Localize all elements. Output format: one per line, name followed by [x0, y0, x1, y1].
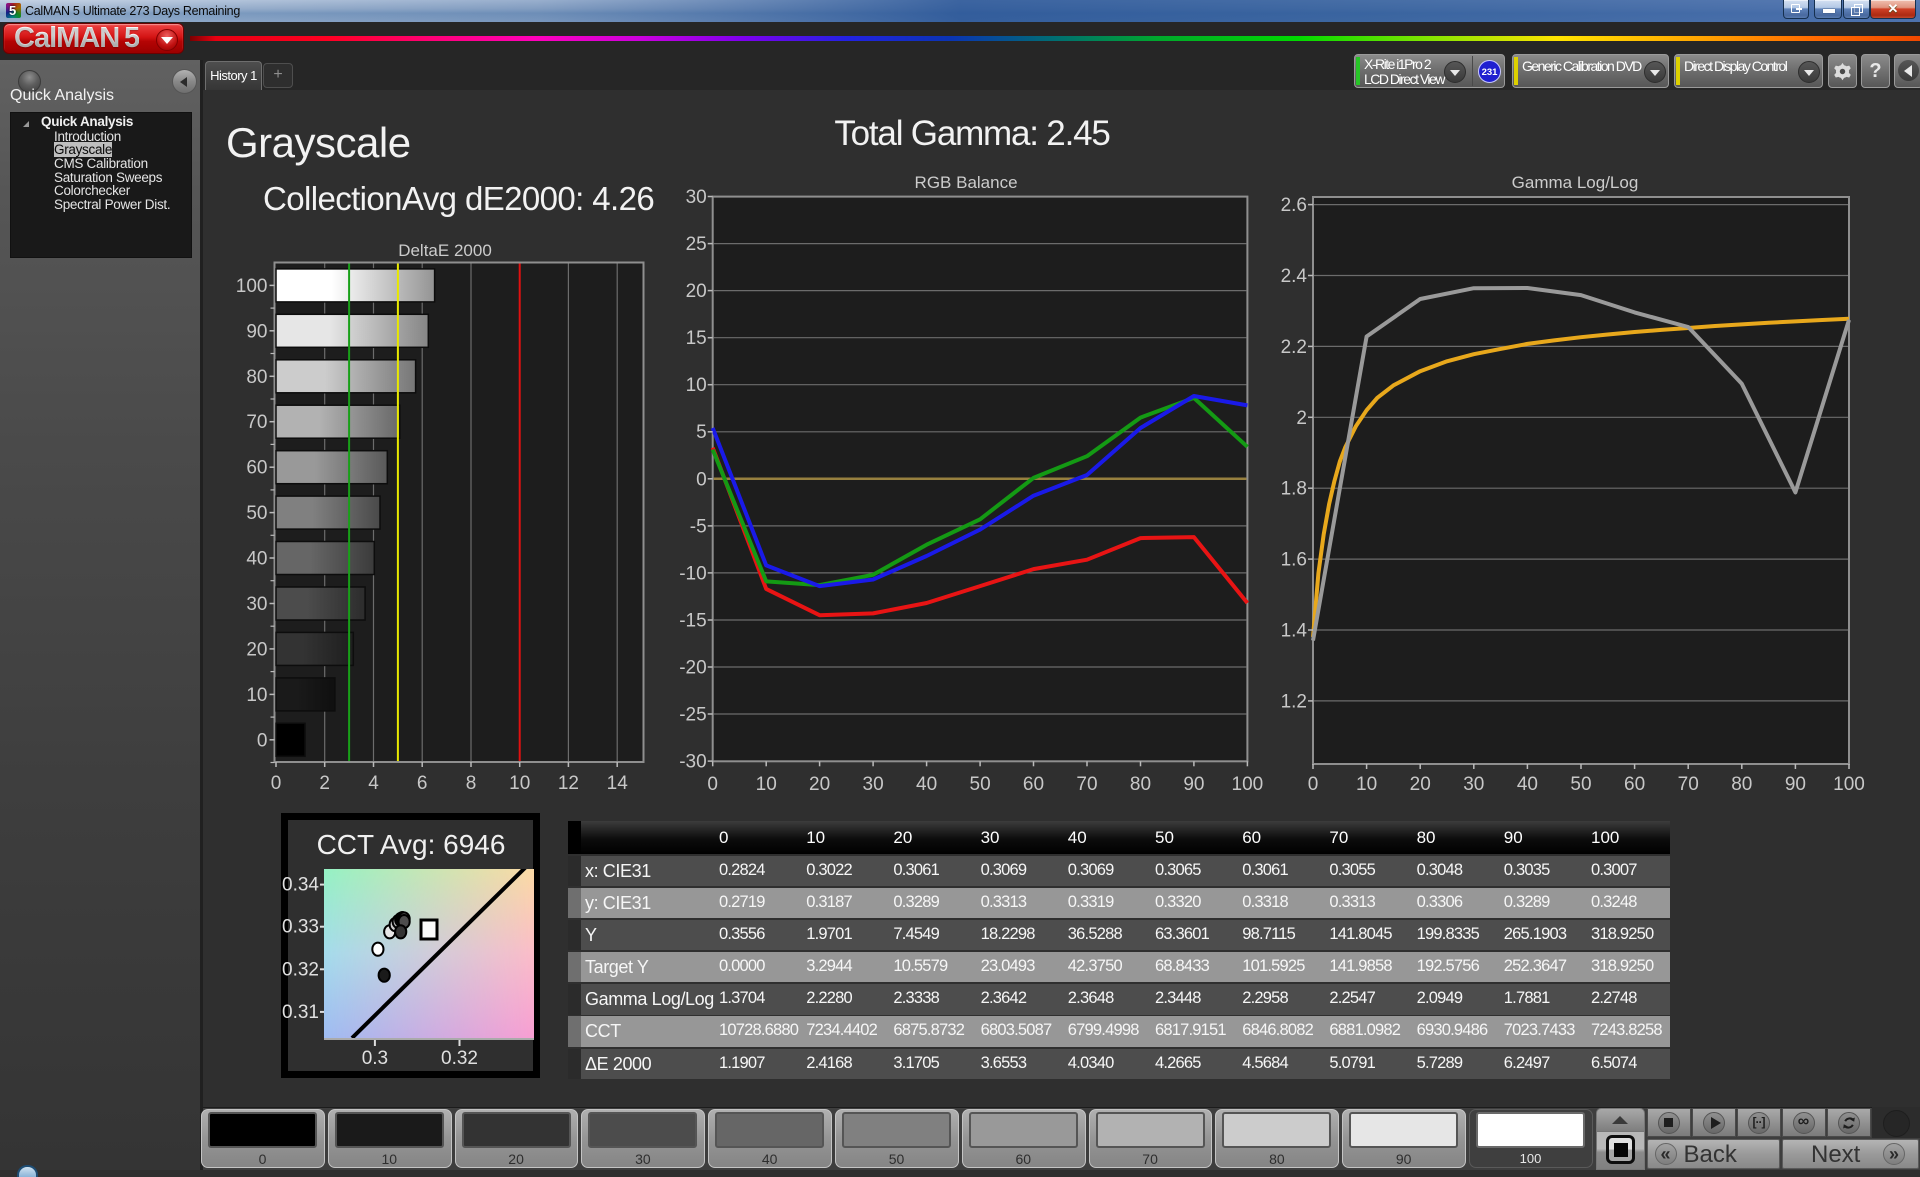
svg-text:-25: -25 [679, 705, 706, 726]
svg-text:40: 40 [916, 774, 937, 795]
svg-text:30: 30 [863, 774, 884, 795]
svg-text:70: 70 [1678, 774, 1699, 795]
svg-text:50: 50 [246, 503, 267, 524]
svg-text:20: 20 [686, 281, 707, 302]
svg-text:30: 30 [1463, 774, 1484, 795]
svg-text:80: 80 [1130, 774, 1151, 795]
svg-text:1.8: 1.8 [1281, 479, 1307, 500]
svg-text:20: 20 [1410, 774, 1431, 795]
svg-text:12: 12 [558, 773, 579, 794]
svg-text:70: 70 [1076, 774, 1097, 795]
svg-text:1.4: 1.4 [1281, 621, 1308, 642]
svg-text:2.4: 2.4 [1281, 266, 1308, 287]
svg-text:0.32: 0.32 [282, 959, 319, 980]
svg-text:0: 0 [1308, 774, 1319, 795]
svg-text:40: 40 [1517, 774, 1538, 795]
svg-text:90: 90 [1183, 774, 1204, 795]
svg-text:2.6: 2.6 [1281, 195, 1307, 216]
svg-text:20: 20 [809, 774, 830, 795]
svg-text:2: 2 [1296, 408, 1307, 429]
svg-text:0: 0 [696, 469, 707, 490]
svg-text:-15: -15 [679, 611, 706, 632]
svg-text:-10: -10 [679, 563, 706, 584]
svg-text:RGB Balance: RGB Balance [915, 173, 1018, 192]
svg-text:40: 40 [246, 549, 267, 570]
svg-text:-20: -20 [679, 658, 706, 679]
svg-text:Gamma Log/Log: Gamma Log/Log [1512, 173, 1639, 192]
svg-text:100: 100 [1833, 774, 1865, 795]
svg-text:1.2: 1.2 [1281, 691, 1307, 712]
svg-text:0.3: 0.3 [362, 1048, 388, 1069]
svg-text:CCT Avg: 6946: CCT Avg: 6946 [317, 829, 506, 860]
svg-text:80: 80 [246, 367, 267, 388]
svg-text:0.32: 0.32 [441, 1048, 478, 1069]
svg-text:25: 25 [686, 234, 707, 255]
svg-text:20: 20 [246, 639, 267, 660]
svg-text:0: 0 [707, 774, 718, 795]
svg-text:30: 30 [686, 187, 707, 208]
svg-text:2: 2 [319, 773, 330, 794]
svg-text:50: 50 [970, 774, 991, 795]
svg-text:5: 5 [696, 422, 707, 443]
svg-text:30: 30 [246, 594, 267, 615]
svg-text:10: 10 [686, 375, 707, 396]
svg-text:60: 60 [1624, 774, 1645, 795]
svg-text:0.31: 0.31 [282, 1002, 319, 1023]
svg-text:60: 60 [246, 458, 267, 479]
svg-text:100: 100 [1232, 774, 1264, 795]
svg-text:100: 100 [236, 276, 268, 297]
svg-text:90: 90 [1785, 774, 1806, 795]
svg-text:10: 10 [246, 685, 267, 706]
svg-text:80: 80 [1731, 774, 1752, 795]
svg-text:8: 8 [466, 773, 477, 794]
svg-text:60: 60 [1023, 774, 1044, 795]
svg-text:0.33: 0.33 [282, 917, 319, 938]
svg-text:4: 4 [368, 773, 379, 794]
svg-text:2.2: 2.2 [1281, 337, 1307, 358]
svg-text:70: 70 [246, 412, 267, 433]
svg-text:90: 90 [246, 321, 267, 342]
svg-text:14: 14 [607, 773, 629, 794]
svg-text:6: 6 [417, 773, 428, 794]
svg-text:0: 0 [257, 730, 268, 751]
svg-text:0.34: 0.34 [282, 875, 319, 896]
svg-text:1.6: 1.6 [1281, 550, 1307, 571]
svg-text:15: 15 [686, 328, 707, 349]
svg-text:10: 10 [756, 774, 777, 795]
svg-text:10: 10 [509, 773, 530, 794]
svg-text:10: 10 [1356, 774, 1377, 795]
svg-text:0: 0 [271, 773, 282, 794]
svg-text:-30: -30 [679, 752, 706, 773]
svg-text:DeltaE 2000: DeltaE 2000 [398, 241, 492, 260]
svg-text:-5: -5 [690, 516, 707, 537]
svg-text:50: 50 [1570, 774, 1591, 795]
